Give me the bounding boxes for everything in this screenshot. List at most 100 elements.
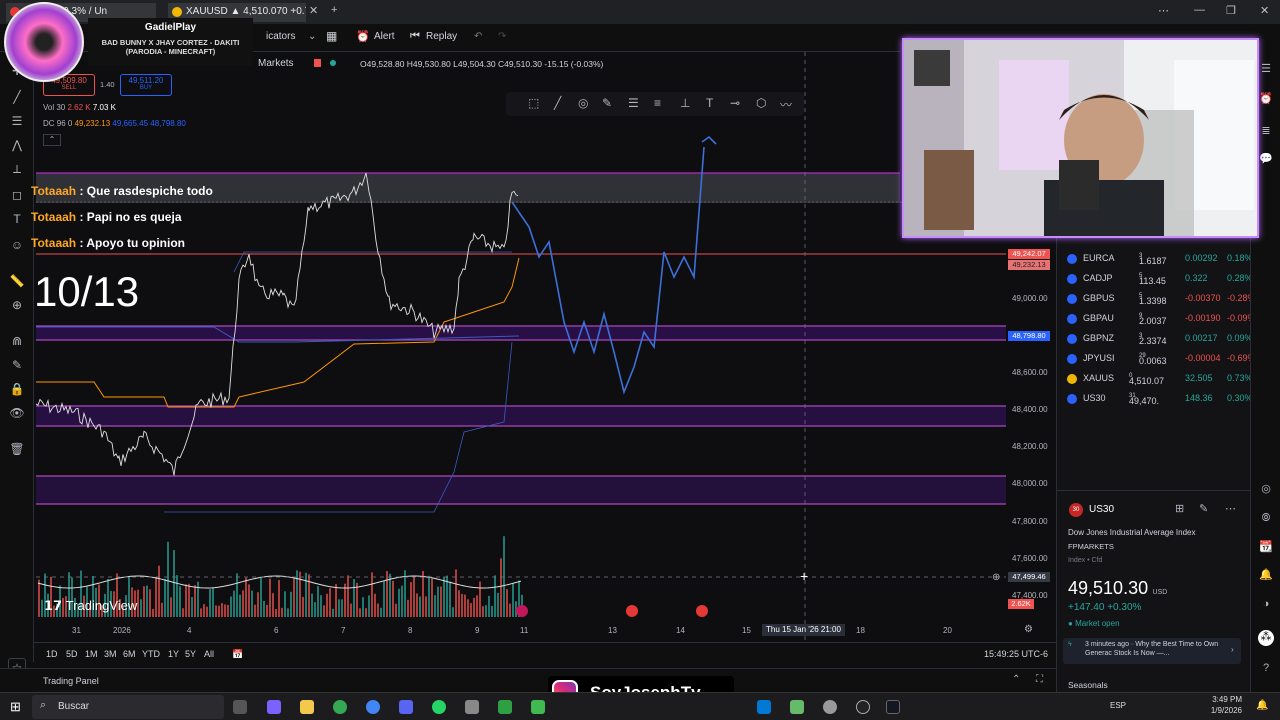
- lock-icon[interactable]: 🔒: [8, 380, 26, 398]
- ideas-icon[interactable]: ◑: [1258, 598, 1274, 614]
- timeframe-6m[interactable]: 6M: [123, 649, 136, 659]
- alert-clock-icon[interactable]: ⏰: [356, 30, 370, 43]
- economic-event-icon[interactable]: [696, 605, 708, 617]
- circle-tool-icon[interactable]: ◎: [578, 96, 588, 110]
- trading-panel-tab[interactable]: Trading Panel: [43, 676, 99, 686]
- chrome-profile-icon[interactable]: [366, 700, 380, 714]
- ruler-icon[interactable]: 📏: [8, 272, 26, 290]
- text-tool-icon[interactable]: T: [706, 96, 713, 110]
- more-options-icon[interactable]: ⋯: [1225, 502, 1236, 515]
- shapes-icon[interactable]: ◻: [8, 186, 26, 204]
- text-tool-icon[interactable]: T: [8, 210, 26, 228]
- replay-icon[interactable]: ⏮: [410, 30, 420, 43]
- windows-start-icon[interactable]: ⊞: [10, 699, 21, 715]
- watchlist-row[interactable]: GBPAU 2.0037 9 -0.00190 -0.09%: [1067, 310, 1256, 328]
- notifications-icon[interactable]: 🔔: [1258, 568, 1274, 584]
- seasonals-section[interactable]: Seasonals: [1068, 680, 1108, 690]
- timeframe-all[interactable]: All: [204, 649, 214, 659]
- vscode-icon[interactable]: [757, 700, 771, 714]
- timeframe-5d[interactable]: 5D: [66, 649, 78, 659]
- chevron-down-icon[interactable]: ⌄: [308, 31, 316, 42]
- date-range-icon[interactable]: 📅: [232, 649, 243, 660]
- trend-line-icon[interactable]: ╱: [8, 88, 26, 106]
- file-explorer-icon[interactable]: [300, 700, 314, 714]
- maximize-button[interactable]: ❐: [1226, 4, 1236, 17]
- pattern-icon[interactable]: ⋀: [8, 136, 26, 154]
- trash-icon[interactable]: 🗑: [8, 440, 26, 458]
- watchlist-row[interactable]: CADJP 113.45 5 0.322 0.28%: [1067, 270, 1253, 288]
- earnings-marker-icon[interactable]: [516, 605, 528, 617]
- alerts-clock-icon[interactable]: ⏰: [1258, 92, 1274, 108]
- economic-event-icon[interactable]: [626, 605, 638, 617]
- chart-settings-icon[interactable]: ⚙: [1024, 624, 1033, 635]
- fib-tool-icon[interactable]: ☰: [628, 96, 639, 110]
- layouts-grid-icon[interactable]: ▦: [326, 29, 337, 43]
- object-tree-icon[interactable]: ≣: [1258, 124, 1274, 140]
- notification-bell-icon[interactable]: 🔔: [1256, 700, 1268, 711]
- brush-tool-icon[interactable]: ✎: [602, 96, 612, 110]
- line-tool-icon[interactable]: ╱: [554, 96, 561, 110]
- search-box[interactable]: ⌕ Buscar: [32, 695, 224, 719]
- minecraft-icon[interactable]: [531, 700, 545, 714]
- replay-button[interactable]: Replay: [426, 31, 457, 42]
- watchlist-row[interactable]: GBPUS 1.3398 5 -0.00370 -0.28%: [1067, 290, 1256, 308]
- horizontal-ray-icon[interactable]: ⊸: [730, 96, 740, 110]
- timeframe-3m[interactable]: 3M: [104, 649, 117, 659]
- watchlist-row[interactable]: XAUUS 4,510.07 0 32.505 0.73%: [1067, 370, 1253, 388]
- app-icon[interactable]: [498, 700, 512, 714]
- tradingview-app-icon[interactable]: [886, 700, 900, 714]
- timeframe-1d[interactable]: 1D: [46, 649, 58, 659]
- watchlist-row[interactable]: JPYUSI 0.0063 29 -0.00004 -0.69%: [1067, 350, 1256, 368]
- apps-grid-icon[interactable]: ⁂: [1258, 630, 1274, 646]
- chart-clock[interactable]: 15:49:25 UTC-6: [984, 649, 1048, 659]
- browser-menu-icon[interactable]: ⋯: [1158, 4, 1169, 17]
- close-tab-icon[interactable]: ✕: [309, 4, 318, 17]
- app-icon[interactable]: [465, 700, 479, 714]
- discord-icon[interactable]: [399, 700, 413, 714]
- minimize-button[interactable]: —: [1194, 4, 1205, 16]
- pulse-icon[interactable]: ⦾: [1258, 512, 1274, 528]
- taskbar-date[interactable]: 1/9/2026: [1206, 706, 1242, 715]
- fib-retracement-icon[interactable]: ☰: [8, 112, 26, 130]
- lock-drawing-icon[interactable]: ✎: [8, 356, 26, 374]
- buy-button[interactable]: 49,511.20 BUY: [120, 74, 172, 96]
- close-window-button[interactable]: ✕: [1260, 4, 1269, 17]
- watchlist-icon[interactable]: ☰: [1258, 62, 1274, 78]
- watchlist-row[interactable]: US30 49,470. 31 148.36 0.30%: [1067, 390, 1253, 408]
- help-icon[interactable]: ?: [1258, 662, 1274, 678]
- measure-tool-icon[interactable]: ⊥: [680, 96, 690, 110]
- app-icon[interactable]: [790, 700, 804, 714]
- timeframe-1m[interactable]: 1M: [85, 649, 98, 659]
- timeframe-5y[interactable]: 5Y: [185, 649, 196, 659]
- indicators-button[interactable]: icators: [266, 31, 295, 42]
- language-indicator[interactable]: ESP: [1110, 701, 1126, 710]
- details-symbol[interactable]: US30: [1089, 504, 1114, 515]
- collapse-legend-icon[interactable]: ⌃: [43, 134, 61, 146]
- undo-icon[interactable]: ↶: [474, 31, 482, 42]
- add-alert-icon[interactable]: ⊕: [992, 572, 1000, 583]
- emoji-icon[interactable]: ☺: [8, 236, 26, 254]
- eye-icon[interactable]: 👁: [8, 404, 26, 422]
- task-view-icon[interactable]: [233, 700, 247, 714]
- new-tab-button[interactable]: +: [331, 4, 337, 16]
- copilot-icon[interactable]: [267, 700, 281, 714]
- watchlist-row[interactable]: GBPNZ 2.3374 3 0.00217 0.09%: [1067, 330, 1253, 348]
- path-tool-icon[interactable]: 〰: [780, 96, 792, 113]
- chevron-up-icon[interactable]: ⌃: [1012, 674, 1020, 685]
- edit-icon[interactable]: ✎: [1199, 502, 1208, 515]
- rectangle-tool-icon[interactable]: ⬚: [528, 96, 539, 110]
- taskbar-time[interactable]: 3:49 PM: [1206, 695, 1242, 704]
- obs-icon[interactable]: [856, 700, 870, 714]
- polygon-tool-icon[interactable]: ⬡: [756, 96, 766, 110]
- chrome-icon[interactable]: [333, 700, 347, 714]
- parallel-channel-icon[interactable]: ≡: [654, 96, 661, 110]
- magnet-icon[interactable]: ⋒: [8, 332, 26, 350]
- alert-button[interactable]: Alert: [374, 31, 395, 42]
- layout-grid-icon[interactable]: ⊞: [1175, 502, 1184, 515]
- zoom-in-icon[interactable]: ⊕: [8, 296, 26, 314]
- whatsapp-icon[interactable]: [432, 700, 446, 714]
- maximize-panel-icon[interactable]: ⛶: [1036, 674, 1043, 685]
- redo-icon[interactable]: ↷: [498, 31, 506, 42]
- calendar-icon[interactable]: 📆: [1258, 540, 1274, 556]
- watchlist-row[interactable]: EURCA 1.6187 3 0.00292 0.18%: [1067, 250, 1253, 268]
